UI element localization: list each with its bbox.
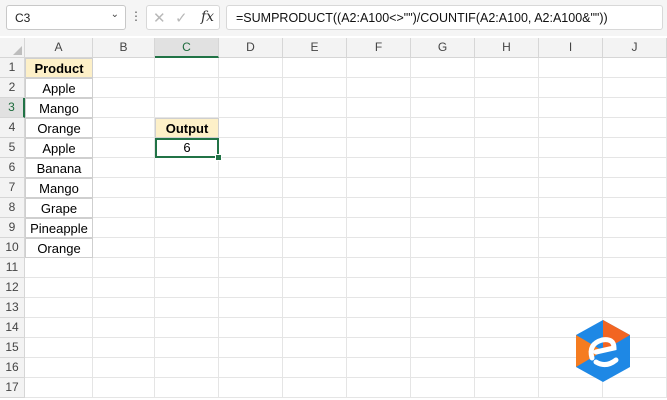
row-header-14[interactable]: 14 <box>0 318 25 338</box>
gridline-vertical <box>218 58 219 398</box>
gridline-horizontal <box>25 97 667 98</box>
product-cell[interactable]: Banana <box>25 158 93 178</box>
gridline-horizontal <box>25 177 667 178</box>
row-header-10[interactable]: 10 <box>0 238 25 258</box>
gridline-horizontal <box>25 277 667 278</box>
column-header-a[interactable]: A <box>25 38 93 58</box>
gridline-horizontal <box>25 217 667 218</box>
output-value-cell[interactable]: 6 <box>155 138 219 158</box>
cancel-icon[interactable]: ✕ <box>153 9 166 27</box>
product-cell[interactable]: Grape <box>25 198 93 218</box>
product-cell[interactable]: Mango <box>25 98 93 118</box>
formula-input[interactable]: =SUMPRODUCT((A2:A100<>"")/COUNTIF(A2:A10… <box>226 5 663 30</box>
row-header-4[interactable]: 4 <box>0 118 25 138</box>
enter-icon[interactable]: ✓ <box>175 9 188 27</box>
name-box-value: C3 <box>15 11 31 25</box>
row-header-5[interactable]: 5 <box>0 138 25 158</box>
row-header-11[interactable]: 11 <box>0 258 25 278</box>
row-header-3[interactable]: 3 <box>0 98 25 118</box>
chevron-down-icon[interactable]: ⌄ <box>111 9 119 20</box>
gridline-horizontal <box>25 117 667 118</box>
row-header-12[interactable]: 12 <box>0 278 25 298</box>
product-header-cell[interactable]: Product <box>25 58 93 78</box>
name-box[interactable]: C3 ⌄ <box>6 5 126 30</box>
gridline-vertical <box>474 58 475 398</box>
product-cell[interactable]: Orange <box>25 118 93 138</box>
function-icon[interactable]: fx <box>201 9 214 25</box>
formula-buttons: ✕ ✓ fx <box>146 5 220 30</box>
row-header-7[interactable]: 7 <box>0 178 25 198</box>
gridline-horizontal <box>25 297 667 298</box>
row-header-17[interactable]: 17 <box>0 378 25 398</box>
row-header-16[interactable]: 16 <box>0 358 25 378</box>
column-header-j[interactable]: J <box>603 38 667 58</box>
column-header-c[interactable]: C <box>155 38 219 58</box>
gridline-horizontal <box>25 377 667 378</box>
output-header-cell[interactable]: Output <box>155 118 219 138</box>
row-header-2[interactable]: 2 <box>0 78 25 98</box>
gridline-vertical <box>346 58 347 398</box>
gridline-horizontal <box>25 137 667 138</box>
column-header-h[interactable]: H <box>475 38 539 58</box>
formula-bar: C3 ⌄ ⋮ ✕ ✓ fx =SUMPRODUCT((A2:A100<>"")/… <box>0 0 667 36</box>
gridline-horizontal <box>25 157 667 158</box>
gridline-vertical <box>538 58 539 398</box>
product-cell[interactable]: Pineapple <box>25 218 93 238</box>
column-header-i[interactable]: I <box>539 38 603 58</box>
fill-handle[interactable] <box>215 154 222 161</box>
gridline-vertical <box>282 58 283 398</box>
row-header-8[interactable]: 8 <box>0 198 25 218</box>
product-cell[interactable]: Orange <box>25 238 93 258</box>
row-header-1[interactable]: 1 <box>0 58 25 78</box>
row-header-9[interactable]: 9 <box>0 218 25 238</box>
gridline-horizontal <box>25 257 667 258</box>
gridline-horizontal <box>25 337 667 338</box>
row-header-6[interactable]: 6 <box>0 158 25 178</box>
gridline-horizontal <box>25 77 667 78</box>
product-cell[interactable]: Apple <box>25 78 93 98</box>
brand-logo-icon <box>576 320 630 382</box>
more-options-icon[interactable]: ⋮ <box>130 9 142 23</box>
gridline-vertical <box>410 58 411 398</box>
product-cell[interactable]: Mango <box>25 178 93 198</box>
spreadsheet-grid: A B C D E F G H I J 1 2 3 4 5 6 7 8 9 10 11 12 13 14 15 16 17 Produ… <box>0 38 667 400</box>
column-header-e[interactable]: E <box>283 38 347 58</box>
row-header-15[interactable]: 15 <box>0 338 25 358</box>
gridline-vertical <box>154 58 155 398</box>
column-header-d[interactable]: D <box>219 38 283 58</box>
gridline-horizontal <box>25 317 667 318</box>
gridline-horizontal <box>25 357 667 358</box>
column-header-g[interactable]: G <box>411 38 475 58</box>
column-header-b[interactable]: B <box>93 38 155 58</box>
gridline-horizontal <box>25 197 667 198</box>
gridline-horizontal <box>25 397 667 398</box>
product-cell[interactable]: Apple <box>25 138 93 158</box>
column-header-f[interactable]: F <box>347 38 411 58</box>
row-header-13[interactable]: 13 <box>0 298 25 318</box>
gridline-horizontal <box>25 237 667 238</box>
select-all-corner[interactable] <box>0 38 25 58</box>
formula-text: =SUMPRODUCT((A2:A100<>"")/COUNTIF(A2:A10… <box>236 11 608 25</box>
